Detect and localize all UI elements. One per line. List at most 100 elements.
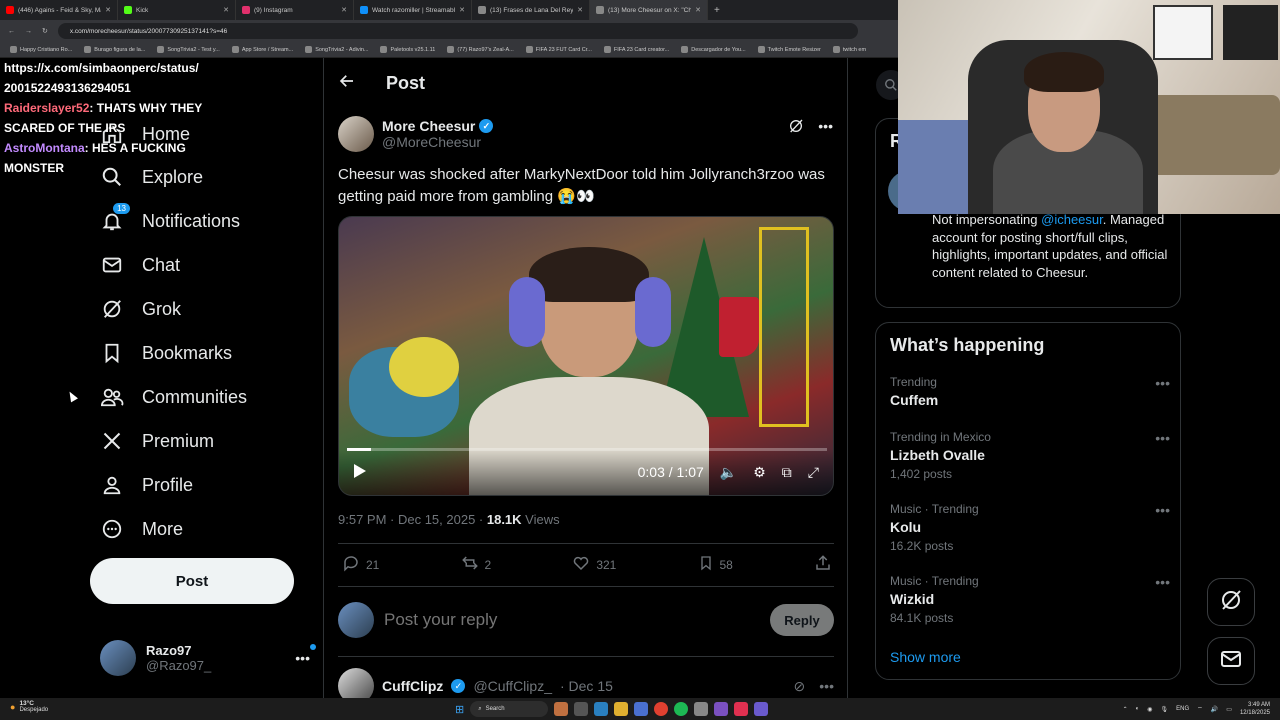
bookmark-item[interactable]: Paletools v25.1.11 <box>380 46 435 53</box>
bookmark-item[interactable]: twitch em <box>832 46 866 53</box>
trend-item[interactable]: Trending Cuffem ••• <box>890 375 1170 408</box>
nav-grok[interactable]: Grok <box>100 297 181 321</box>
windows-start-icon[interactable]: ⊞ <box>455 703 464 716</box>
more-dots-icon[interactable]: ••• <box>295 644 316 666</box>
store-icon[interactable] <box>634 702 649 716</box>
mail-icon <box>1219 647 1243 676</box>
bookmark-item[interactable]: Descargador de You... <box>681 46 746 53</box>
reply-action[interactable]: 21 <box>342 554 379 575</box>
more-dots-icon[interactable]: ••• <box>1155 430 1170 446</box>
messages-fab-button[interactable] <box>1207 637 1255 685</box>
video-player[interactable]: 0:03 / 1:07 🔈 ⚙ ⧉ ⤢ <box>338 216 834 496</box>
nav-premium[interactable]: Premium <box>100 429 214 453</box>
close-icon[interactable]: ✕ <box>223 6 229 14</box>
post-button[interactable]: Post <box>90 558 294 604</box>
nav-communities[interactable]: Communities <box>100 385 247 409</box>
more-dots-icon[interactable]: ••• <box>1155 375 1170 391</box>
person-icon <box>100 473 124 497</box>
microphone-icon[interactable]: 🎙 <box>1161 706 1169 713</box>
trend-item[interactable]: Trending in Mexico Lizbeth Ovalle 1,402 … <box>890 430 1170 481</box>
reply-input[interactable] <box>384 610 760 630</box>
bookmark-item[interactable]: Happy Cristiano Ro... <box>10 46 72 53</box>
edge-icon[interactable] <box>594 702 609 716</box>
nav-notifications[interactable]: 13 Notifications <box>100 203 240 233</box>
spotify-icon[interactable] <box>674 702 689 716</box>
close-icon[interactable]: ✕ <box>341 6 347 14</box>
browser-tab-active[interactable]: (13) More Cheesur on X: "Chees✕ <box>590 0 708 20</box>
file-explorer-icon[interactable] <box>614 702 629 716</box>
trend-item[interactable]: Music · Trending Wizkid 84.1K posts ••• <box>890 574 1170 625</box>
bookmark-item[interactable]: Burago figura de la... <box>84 46 145 53</box>
weather-widget[interactable]: ● 13°C Despejado <box>10 700 48 713</box>
bookmark-item[interactable]: FIFA 23 FUT Card Cr... <box>525 46 592 53</box>
mention-link[interactable]: @icheesur <box>1041 212 1103 227</box>
bookmark-item[interactable]: SongTrivia2 - Test y... <box>157 46 220 53</box>
bookmark-item[interactable]: App Store / Stream... <box>231 46 293 53</box>
wifi-icon[interactable]: ⌔ <box>1197 705 1203 713</box>
pip-icon[interactable]: ⧉ <box>782 464 792 481</box>
new-tab-icon[interactable]: + <box>708 5 726 16</box>
nav-bookmarks[interactable]: Bookmarks <box>100 341 232 365</box>
back-arrow-icon[interactable] <box>338 72 356 95</box>
more-dots-icon[interactable]: ••• <box>1155 574 1170 590</box>
grok-fab-button[interactable] <box>1207 578 1255 626</box>
more-dots-icon[interactable]: ••• <box>818 118 833 137</box>
like-action[interactable]: 321 <box>572 554 616 575</box>
bookmark-action[interactable]: 58 <box>698 554 733 575</box>
taskbar-app-icon[interactable] <box>694 702 709 716</box>
language-indicator[interactable]: ENG <box>1176 706 1189 712</box>
more-dots-icon[interactable]: ••• <box>1155 502 1170 518</box>
forward-icon[interactable]: → <box>25 28 32 35</box>
url-field[interactable]: x.com/morecheesur/status/200077309251371… <box>57 23 858 39</box>
play-icon[interactable] <box>353 463 367 482</box>
browser-tab[interactable]: Kick ✕ <box>118 0 236 20</box>
more-dots-icon[interactable]: ••• <box>819 678 834 695</box>
task-view-icon[interactable] <box>574 702 589 716</box>
close-icon[interactable]: ✕ <box>459 6 465 14</box>
share-action[interactable] <box>814 554 832 575</box>
discord-icon[interactable] <box>714 702 729 716</box>
trend-item[interactable]: Music · Trending Kolu 16.2K posts ••• <box>890 502 1170 553</box>
bookmark-item[interactable]: (77) Razo97's Zeal-A... <box>447 46 514 53</box>
browser-tab[interactable]: (446) Agains - Feid & Sky, Majid✕ <box>0 0 118 20</box>
post-author[interactable]: More Cheesur ✓ @MoreCheesur <box>338 116 494 152</box>
battery-icon[interactable]: ▭ <box>1226 706 1232 713</box>
reload-icon[interactable]: ↻ <box>42 27 48 35</box>
settings-gear-icon[interactable]: ⚙ <box>753 464 766 481</box>
browser-tab[interactable]: (9) Instagram ✕ <box>236 0 354 20</box>
bookmark-item[interactable]: FIFA 23 Card creator... <box>603 46 669 53</box>
nav-chat[interactable]: Chat <box>100 253 180 277</box>
close-icon[interactable]: ✕ <box>577 6 583 14</box>
volume-icon[interactable]: 🔈 <box>720 464 737 481</box>
taskbar-search[interactable]: ⌕ Search <box>470 701 549 717</box>
show-more-link[interactable]: Show more <box>890 649 961 665</box>
grok-icon[interactable] <box>788 118 804 137</box>
tray-app-icon[interactable]: ◉ <box>1147 706 1152 713</box>
taskbar-app-icon[interactable] <box>754 702 769 716</box>
volume-icon[interactable]: 🔊 <box>1211 706 1218 713</box>
verified-badge-icon: ✓ <box>451 679 466 693</box>
close-icon[interactable]: ✕ <box>105 6 111 14</box>
account-switcher[interactable]: Razo97 @Razo97_ ••• <box>100 638 316 678</box>
bookmark-item[interactable]: SongTrivia2 - Adivin... <box>305 46 368 53</box>
tray-app-icon[interactable]: ◐ <box>1136 706 1140 712</box>
clock[interactable]: 3:49 AM 12/18/2025 <box>1240 701 1270 717</box>
music-icon[interactable] <box>734 702 749 716</box>
tray-chevron-icon[interactable]: ⌃ <box>1123 706 1128 713</box>
kick-icon <box>124 6 132 14</box>
fullscreen-icon[interactable]: ⤢ <box>808 464 819 481</box>
browser-tab[interactable]: Watch razomiller | Streamable ✕ <box>354 0 472 20</box>
bookmark-item[interactable]: Twitch Emote Resizer <box>757 46 821 53</box>
chrome-icon[interactable] <box>654 702 669 716</box>
nav-more[interactable]: More <box>100 517 183 541</box>
back-icon[interactable]: ← <box>8 28 15 35</box>
page-title: Post <box>386 73 426 93</box>
reply-button[interactable]: Reply <box>770 604 834 636</box>
avatar[interactable] <box>338 116 374 152</box>
repost-action[interactable]: 2 <box>461 554 491 575</box>
grok-icon[interactable]: ⊘ <box>794 678 806 695</box>
taskbar-app-icon[interactable] <box>554 702 569 716</box>
nav-profile[interactable]: Profile <box>100 473 193 497</box>
browser-tab[interactable]: (13) Frases de Lana Del Rey en✕ <box>472 0 590 20</box>
close-icon[interactable]: ✕ <box>695 6 701 14</box>
